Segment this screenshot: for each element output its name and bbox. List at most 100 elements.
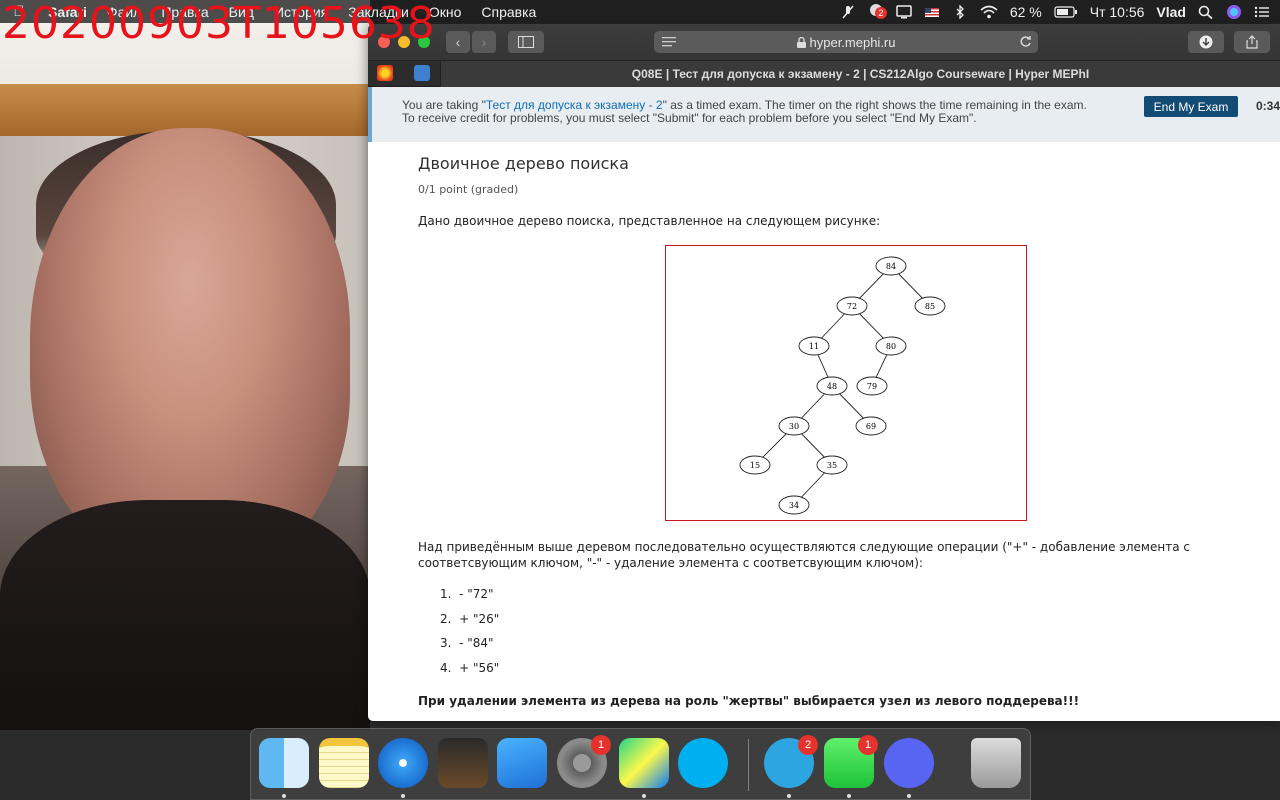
menu-help[interactable]: Справка: [471, 4, 546, 20]
list-item: 1. - "72": [440, 587, 494, 601]
problem-intro: Дано двоичное дерево поиска, представлен…: [418, 214, 881, 228]
url-text: hyper.mephi.ru: [809, 34, 896, 50]
tab-bar: Q08E | Тест для допуска к экзамену - 2 |…: [368, 61, 1280, 87]
back-button[interactable]: ‹: [446, 31, 470, 53]
problem-content: Двоичное дерево поиска 0/1 point (graded…: [418, 142, 1268, 708]
browser-toolbar: ‹ › hyper.mephi.ru: [368, 24, 1280, 61]
deletion-rule-note: При удалении элемента из дерева на роль …: [418, 694, 1080, 708]
exam-timer: 0:34:: [1256, 99, 1280, 113]
tree-node-label: 85: [925, 302, 935, 311]
chevron-left-icon: ‹: [455, 34, 461, 50]
wifi-icon[interactable]: [980, 5, 998, 19]
tree-node-label: 80: [886, 342, 896, 351]
notice-text: You are taking "Тест для допуска к экзам…: [402, 99, 1102, 125]
pinned-tab-icon[interactable]: [377, 65, 393, 81]
lock-icon: [796, 36, 806, 48]
siri-icon[interactable]: [1226, 4, 1242, 20]
operations-list: 1. - "72" 2. + "26" 3. - "84" 4. + "56": [440, 587, 499, 685]
webcam-feed: [0, 0, 370, 730]
reader-icon[interactable]: [662, 37, 676, 47]
problem-points: 0/1 point (graded): [418, 183, 519, 196]
discord-running-dot: [907, 794, 911, 798]
share-icon: [1246, 35, 1258, 49]
battery-percent: 62 %: [1009, 3, 1042, 20]
xcode-icon[interactable]: [497, 738, 547, 788]
garageband-icon[interactable]: [438, 738, 488, 788]
tree-node-80: 80: [875, 336, 907, 356]
operations-description: Над приведённым выше деревом последовате…: [418, 540, 1190, 570]
dock-separator: [748, 739, 749, 791]
tab-title-text: Q08E | Тест для допуска к экзамену - 2 |…: [631, 67, 1090, 81]
operation-3: - "84": [459, 636, 494, 650]
downloads-button[interactable]: [1188, 31, 1224, 53]
operation-2: + "26": [459, 611, 500, 626]
operation-4: + "56": [459, 660, 500, 675]
tree-node-label: 35: [827, 461, 837, 470]
tree-node-79: 79: [856, 376, 888, 396]
chevron-right-icon: ›: [481, 34, 487, 50]
pycharm-running-dot: [642, 794, 646, 798]
system-preferences-badge: 1: [591, 735, 611, 755]
tree-node-85: 85: [914, 296, 946, 316]
pinned-chat-tab-icon[interactable]: [414, 65, 430, 81]
problem-title: Двоичное дерево поиска: [418, 154, 629, 173]
share-button[interactable]: [1234, 31, 1270, 53]
notifications-app-icon[interactable]: 2: [868, 3, 887, 20]
person-shirt: [0, 500, 370, 730]
display-icon[interactable]: [896, 4, 912, 19]
us-flag-icon[interactable]: [924, 5, 940, 19]
battery-icon[interactable]: [1054, 5, 1078, 19]
recording-timestamp: 20200903T105638: [2, 0, 436, 49]
safari-icon[interactable]: [378, 738, 428, 788]
mic-muted-icon[interactable]: [840, 5, 856, 19]
facetime-badge: 1: [858, 735, 878, 755]
finder-icon[interactable]: [259, 738, 309, 788]
operation-1: - "72": [459, 587, 494, 601]
tree-node-label: 69: [866, 422, 876, 431]
notes-icon[interactable]: [319, 738, 369, 788]
tree-node-label: 11: [809, 342, 819, 351]
tree-node-48: 48: [816, 376, 848, 396]
skype-icon[interactable]: [678, 738, 728, 788]
tree-node-35: 35: [816, 455, 848, 475]
end-exam-button[interactable]: End My Exam: [1144, 96, 1238, 117]
forward-button[interactable]: ›: [472, 31, 496, 53]
menu-clock[interactable]: Чт 10:56: [1090, 4, 1145, 20]
download-icon: [1199, 35, 1213, 49]
safari-running-dot: [401, 794, 405, 798]
list-item: 3. - "84": [440, 636, 494, 650]
tree-node-label: 15: [750, 461, 760, 470]
sidebar-icon: [518, 36, 534, 48]
tree-node-30: 30: [778, 416, 810, 436]
menu-user[interactable]: Vlad: [1156, 4, 1186, 20]
safari-window: ‹ › hyper.mephi.ru Q08E | Тест для допус…: [368, 24, 1280, 721]
active-tab[interactable]: Q08E | Тест для допуска к экзамену - 2 |…: [440, 61, 1280, 87]
tree-node-label: 79: [867, 382, 877, 391]
tree-node-69: 69: [855, 416, 887, 436]
list-item: 4. + "56": [440, 660, 500, 675]
tree-node-label: 84: [886, 262, 896, 271]
trash-icon[interactable]: [971, 738, 1021, 788]
list-item: 2. + "26": [440, 611, 500, 626]
notice-prefix: You are taking ": [402, 98, 486, 112]
address-bar[interactable]: hyper.mephi.ru: [654, 31, 1038, 53]
sidebar-toggle-button[interactable]: [508, 31, 544, 53]
tree-node-label: 34: [789, 501, 799, 510]
timed-exam-notice: You are taking "Тест для допуска к экзам…: [368, 87, 1280, 142]
dock: 1 2 1: [250, 728, 1031, 800]
reload-icon[interactable]: [1019, 35, 1032, 48]
tree-node-label: 72: [847, 302, 857, 311]
bluetooth-icon[interactable]: [952, 4, 968, 19]
tree-node-11: 11: [798, 336, 830, 356]
spotlight-search-icon[interactable]: [1198, 5, 1214, 19]
exam-link[interactable]: Тест для допуска к экзамену - 2: [486, 98, 663, 112]
notification-center-icon[interactable]: [1254, 5, 1270, 19]
tree-node-84: 84: [875, 256, 907, 276]
tree-node-label: 48: [827, 382, 837, 391]
bst-svg: 84 72 85 11 80 48 79 30 69 15 35 34: [739, 256, 946, 515]
discord-icon[interactable]: [884, 738, 934, 788]
tree-node-label: 30: [789, 422, 799, 431]
pycharm-icon[interactable]: [619, 738, 669, 788]
bst-diagram: 84 72 85 11 80 48 79 30 69 15 35 34: [665, 245, 1027, 521]
notification-badge: 2: [874, 7, 887, 19]
